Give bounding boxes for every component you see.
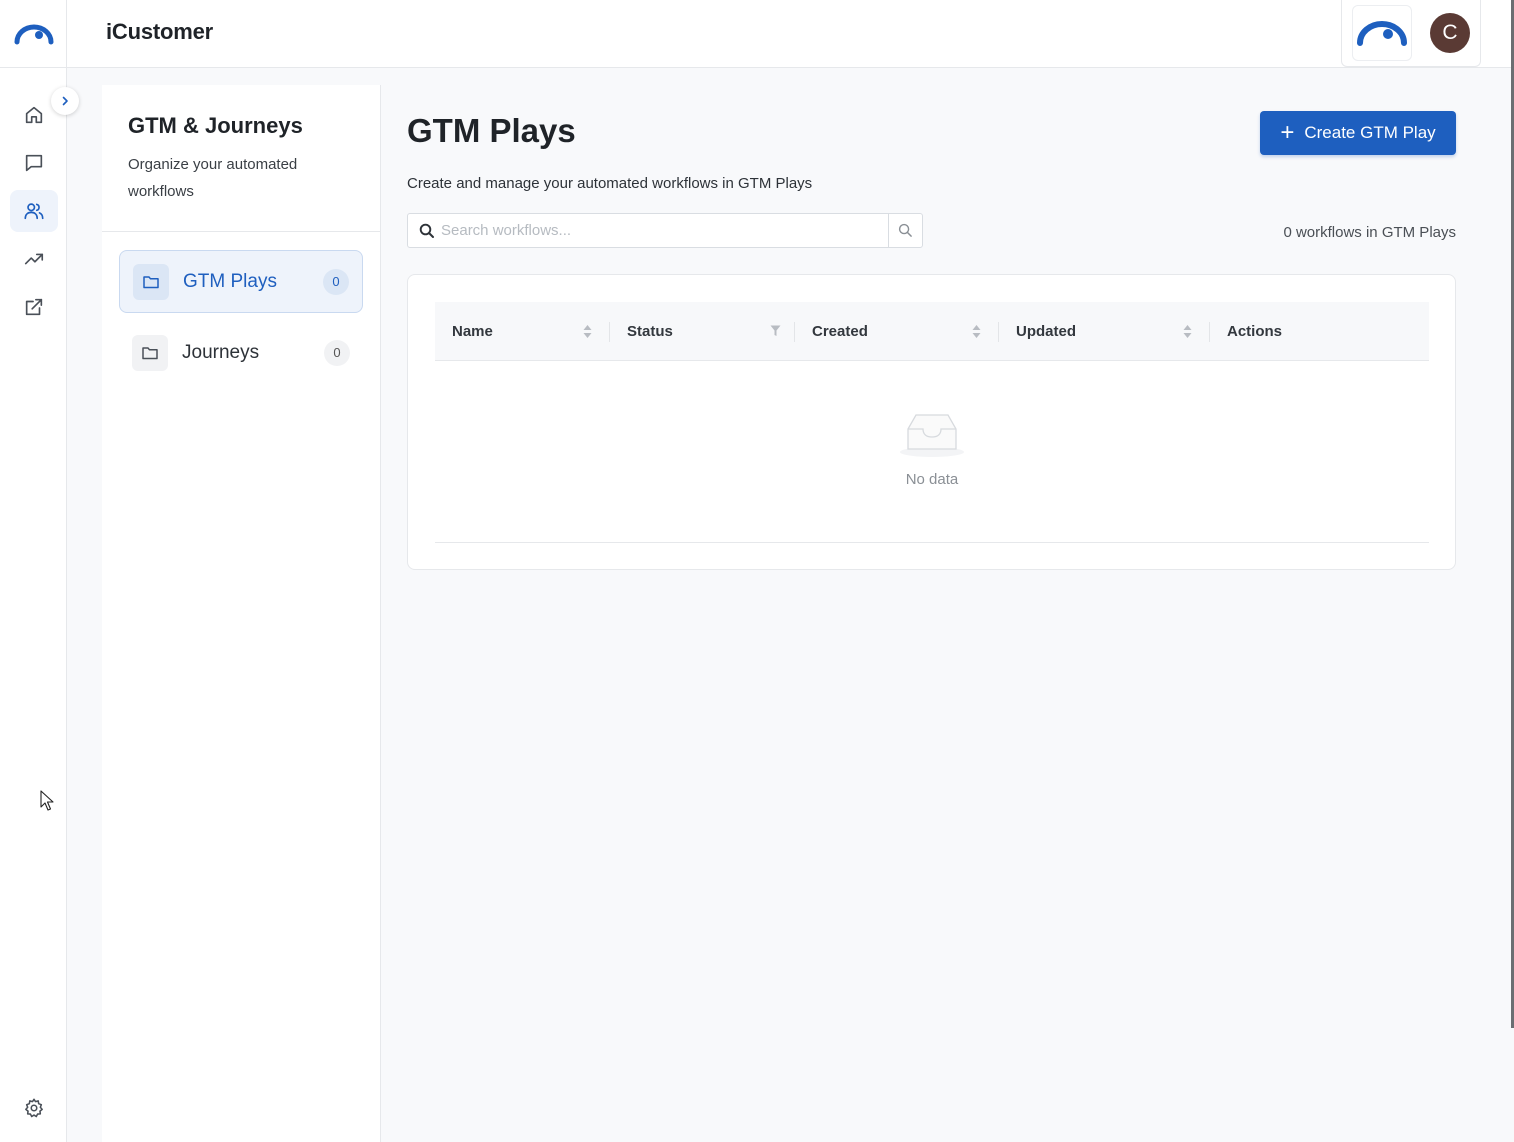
column-header-name[interactable]: Name: [435, 302, 610, 361]
search-input[interactable]: [441, 222, 861, 239]
top-header: iCustomer C: [67, 0, 1514, 68]
plus-icon: +: [1280, 119, 1295, 146]
users-icon: [24, 203, 44, 220]
brand-logo-icon: [1357, 21, 1407, 46]
filter-icon[interactable]: [770, 325, 781, 337]
user-avatar[interactable]: C: [1430, 13, 1470, 53]
app-title: iCustomer: [106, 19, 213, 44]
column-header-updated[interactable]: Updated: [999, 302, 1210, 361]
gear-icon: [25, 1098, 43, 1118]
home-icon: [25, 106, 43, 124]
page-description: Create and manage your automated workflo…: [407, 175, 813, 192]
search-bar: [407, 213, 923, 248]
workflow-count: 0 workflows in GTM Plays: [1283, 224, 1456, 241]
sort-icon[interactable]: [583, 324, 592, 339]
sidebar-item-journeys[interactable]: Journeys 0: [119, 321, 363, 384]
sidebar-header: GTM & Journeys Organize your automated w…: [102, 85, 380, 232]
chevron-right-icon: [62, 96, 68, 106]
empty-state: No data: [435, 361, 1429, 543]
column-header-created[interactable]: Created: [795, 302, 999, 361]
empty-text: No data: [905, 471, 959, 488]
chat-icon: [25, 154, 43, 172]
rail-external[interactable]: [10, 286, 58, 328]
workflows-table: Name Status Created Updated Actions No d…: [407, 274, 1456, 570]
page-title: GTM Plays: [407, 112, 576, 149]
count-badge: 0: [323, 268, 349, 295]
rail-settings[interactable]: [10, 1087, 58, 1129]
secondary-sidebar: GTM & Journeys Organize your automated w…: [102, 85, 381, 1142]
column-header-actions: Actions: [1227, 323, 1283, 340]
sidebar-description: Organize your automated workflows: [128, 156, 298, 200]
mouse-cursor-icon: [40, 790, 54, 811]
count-badge: 0: [324, 339, 350, 366]
trending-up-icon: [24, 253, 44, 265]
folder-icon: [132, 334, 168, 371]
rail-messages[interactable]: [10, 142, 58, 184]
sort-icon[interactable]: [1183, 324, 1192, 339]
rail-analytics[interactable]: [10, 238, 58, 280]
search-button[interactable]: [888, 214, 922, 247]
expand-sidebar-button[interactable]: [51, 87, 79, 115]
column-header-status[interactable]: Status: [610, 302, 795, 361]
brand-logo[interactable]: [0, 0, 67, 68]
empty-inbox-icon: [900, 414, 964, 457]
brand-switcher[interactable]: [1352, 5, 1412, 61]
table-header: Name Status Created Updated Actions: [435, 302, 1429, 361]
sidebar-item-gtm-plays[interactable]: GTM Plays 0: [119, 250, 363, 313]
sidebar-item-label: Journeys: [182, 341, 260, 363]
search-icon: [898, 223, 912, 237]
create-button-label: Create GTM Play: [1304, 123, 1436, 142]
rail-people[interactable]: [10, 190, 58, 232]
folder-icon: [133, 263, 169, 300]
header-actions: C: [1341, 0, 1481, 67]
sidebar-title: GTM & Journeys: [128, 113, 303, 138]
search-icon: [419, 223, 434, 238]
sidebar-item-label: GTM Plays: [183, 270, 277, 292]
external-link-icon: [25, 298, 43, 316]
left-rail: [0, 0, 67, 1142]
create-gtm-play-button[interactable]: + Create GTM Play: [1260, 111, 1456, 155]
brand-logo-icon: [14, 24, 53, 44]
sort-icon[interactable]: [972, 324, 981, 339]
